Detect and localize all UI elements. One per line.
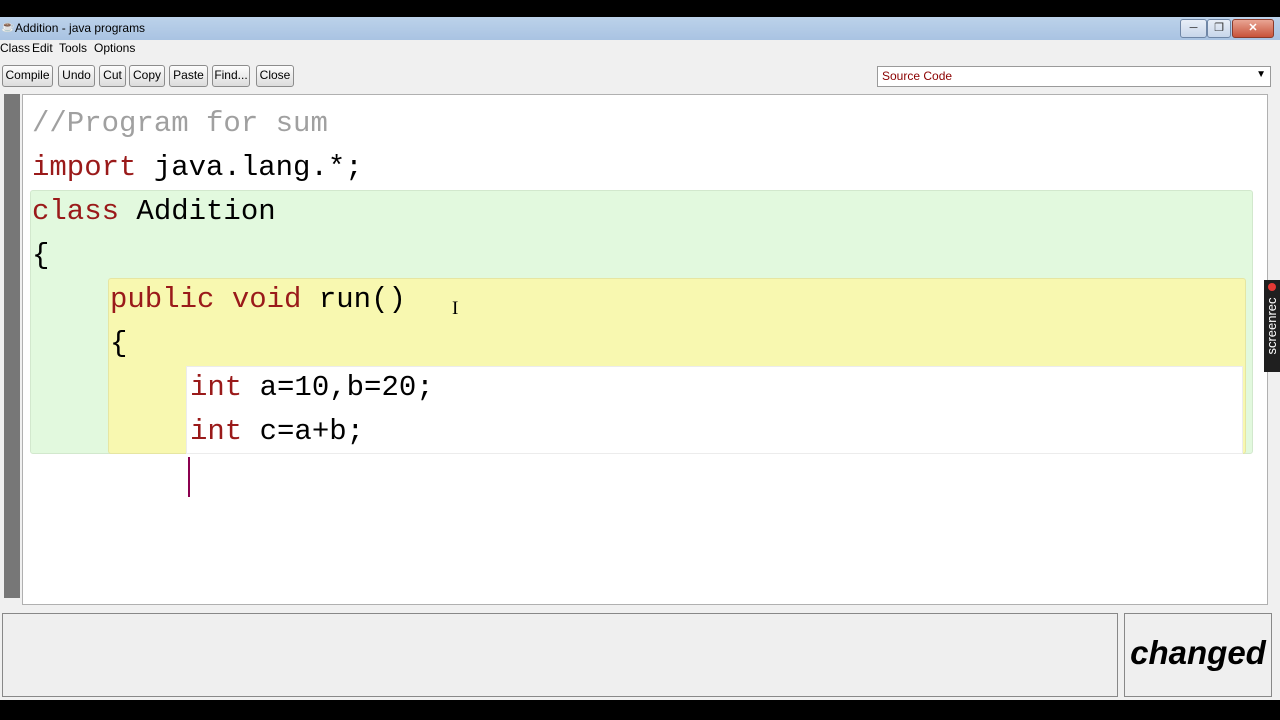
code-line-1: //Program for sum bbox=[32, 107, 328, 140]
view-select[interactable]: Source Code ▼ bbox=[877, 66, 1271, 87]
screenrec-label: screenrec bbox=[1264, 297, 1279, 355]
title-bar bbox=[0, 0, 1280, 40]
code-line-2: import java.lang.*; bbox=[32, 151, 363, 184]
menu-bar: Class Edit Tools Options bbox=[0, 40, 1280, 58]
status-label: changed bbox=[1130, 634, 1266, 671]
undo-button[interactable]: Undo bbox=[58, 65, 95, 87]
close-button[interactable]: Close bbox=[256, 65, 294, 87]
close-window-button[interactable]: ✕ bbox=[1232, 19, 1274, 38]
app-icon: ☕ bbox=[1, 21, 15, 33]
menu-options[interactable]: Options bbox=[94, 41, 135, 55]
view-select-value: Source Code bbox=[882, 69, 953, 83]
chevron-down-icon: ▼ bbox=[1256, 69, 1266, 80]
copy-button[interactable]: Copy bbox=[129, 65, 165, 87]
code-line-8: int c=a+b; bbox=[190, 415, 365, 448]
message-box bbox=[2, 613, 1118, 697]
text-caret bbox=[188, 457, 190, 497]
menu-class[interactable]: Class bbox=[0, 41, 30, 55]
minimize-button[interactable]: ─ bbox=[1180, 19, 1207, 38]
code-line-4: { bbox=[32, 239, 50, 272]
compile-button[interactable]: Compile bbox=[2, 65, 53, 87]
text-cursor-icon: I bbox=[452, 298, 459, 319]
maximize-button[interactable]: ❐ bbox=[1207, 19, 1231, 38]
code-editor[interactable]: //Program for sum import java.lang.*; cl… bbox=[22, 94, 1268, 605]
paste-button[interactable]: Paste bbox=[169, 65, 208, 87]
title-bar-background bbox=[0, 17, 1280, 40]
editor-gutter bbox=[4, 94, 20, 598]
screenrec-watermark: screenrec bbox=[1264, 280, 1280, 372]
window-title: Addition - java programs bbox=[15, 21, 146, 35]
find-button[interactable]: Find... bbox=[212, 65, 250, 87]
code-line-6: { bbox=[110, 327, 128, 360]
menu-edit[interactable]: Edit bbox=[32, 41, 53, 55]
status-box: changed bbox=[1124, 613, 1272, 697]
code-line-7: int a=10,b=20; bbox=[190, 371, 434, 404]
bottom-bar bbox=[0, 700, 1280, 720]
menu-tools[interactable]: Tools bbox=[59, 41, 87, 55]
code-line-5: public void run() bbox=[110, 283, 406, 316]
code-line-3: class Addition bbox=[32, 195, 276, 228]
cut-button[interactable]: Cut bbox=[99, 65, 126, 87]
